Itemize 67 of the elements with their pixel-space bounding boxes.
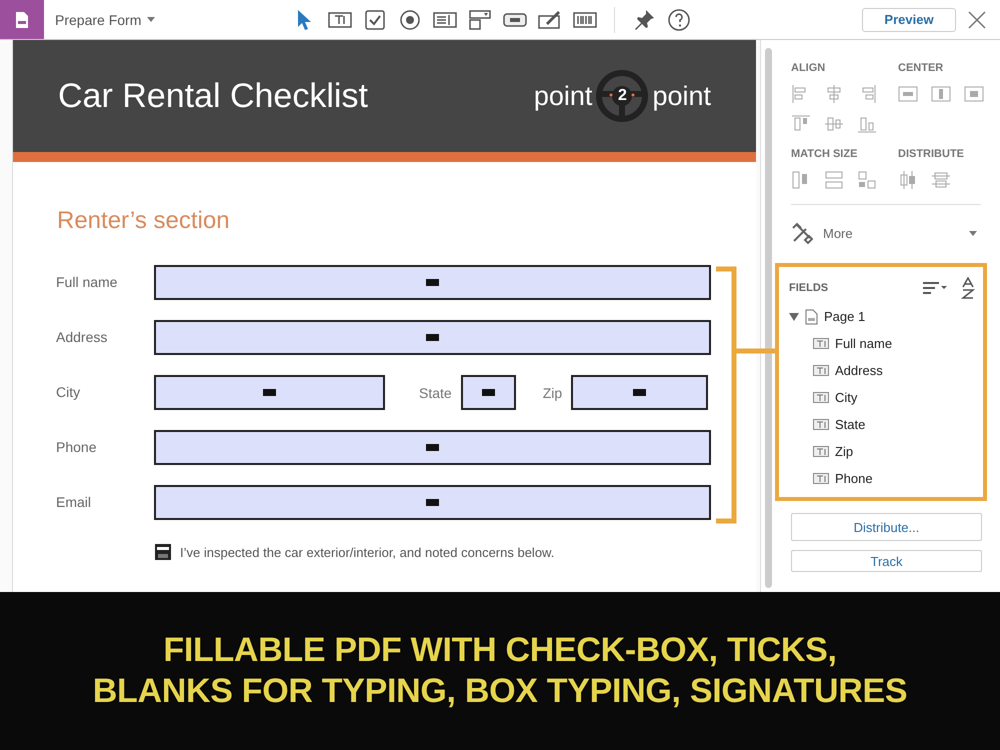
document-title: Car Rental Checklist [58,76,368,116]
tool-title[interactable]: Prepare Form [55,12,142,28]
tree-item[interactable]: Address [835,363,883,378]
tree-item[interactable]: Full name [835,336,892,351]
tree-item[interactable]: Page 1 [824,309,866,324]
section-heading: Renter’s section [57,207,230,234]
caret-icon[interactable] [147,17,156,22]
field-tag [426,499,439,506]
logo-text: point [534,80,592,112]
form-field[interactable] [154,485,711,520]
logo-text: point [652,80,711,112]
form-field[interactable] [154,265,711,300]
tree-item[interactable]: City [835,390,858,405]
text-field-icon [813,473,829,484]
page-icon [805,308,818,324]
checkbox-label: I’ve inspected the car exterior/interior, and noted concerns below. [180,544,554,560]
field-label: Full name [56,273,118,290]
field-tag [633,389,646,396]
text-field-icon [813,419,829,430]
group-heading: ALIGN [791,62,826,74]
field-label: Phone [56,438,98,455]
field-label: Zip [542,384,562,400]
checkbox-icon[interactable] [363,8,387,32]
expand-arrow-icon[interactable] [789,312,799,322]
scrollbar[interactable] [764,48,772,588]
group-heading: MATCH SIZE [791,148,858,160]
tree-item[interactable]: Phone [835,471,873,486]
field-label: Address [56,328,108,345]
caption-text: BLANKS FOR TYPING, BOX TYPING, SIGNATURES [92,672,908,711]
more-menu[interactable]: More [823,226,959,240]
caret-icon[interactable] [969,230,977,236]
steering-wheel-logo: 2 [596,70,648,122]
app-icon[interactable] [0,0,44,39]
form-field[interactable] [154,375,385,410]
panel-button[interactable]: Distribute... [791,513,982,541]
checkbox-field-icon[interactable] [155,544,171,560]
group-heading: CENTER [898,62,944,74]
caption-text: FILLABLE PDF WITH CHECK-BOX, TICKS, [163,631,837,670]
field-tag [482,389,495,396]
field-label: State [419,384,452,400]
group-heading: DISTRIBUTE [898,148,964,160]
field-tag [426,334,439,341]
field-tag [426,279,439,286]
field-tag [426,444,439,451]
text-field-icon [813,338,829,349]
text-field-icon [813,446,829,457]
tools-icon[interactable] [791,222,813,244]
field-label: Email [56,493,92,510]
help-icon[interactable] [667,8,691,32]
form-field[interactable] [571,375,708,410]
tree-item[interactable]: Zip [835,444,854,459]
field-tag [263,389,276,396]
fields-heading: FIELDS [789,282,830,294]
form-field[interactable] [460,375,516,410]
text-field-icon [813,392,829,403]
form-field[interactable] [154,320,711,355]
field-label: City [56,383,82,400]
panel-button[interactable]: Track [791,550,982,572]
text-field-icon [813,365,829,376]
preview-button[interactable]: Preview [862,8,956,32]
sort-alphabetical-icon[interactable] [961,277,975,299]
radio-button-icon[interactable] [398,8,422,32]
sort-icon[interactable] [923,281,947,295]
tree-item[interactable]: State [835,417,866,432]
dropdown-icon[interactable] [468,8,492,32]
close-icon[interactable] [968,10,986,28]
form-field[interactable] [154,430,711,465]
